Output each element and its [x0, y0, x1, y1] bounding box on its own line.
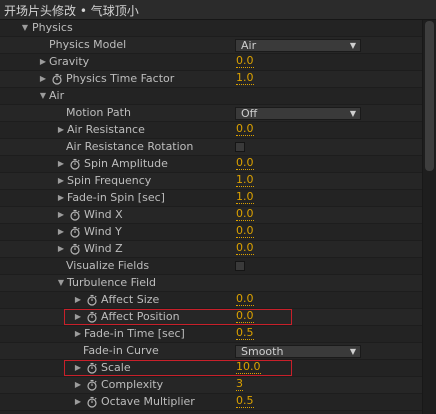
- property-row-physics-time-factor[interactable]: ▶ Physics Time Factor 1.0: [0, 71, 422, 88]
- property-label: Wind Z: [84, 242, 123, 255]
- property-label: Air Resistance Rotation: [66, 140, 194, 153]
- property-value[interactable]: 1.0: [236, 174, 254, 187]
- property-value[interactable]: 3: [236, 378, 243, 391]
- triangle-down-icon[interactable]: ▼: [56, 277, 66, 289]
- property-label: Spin Amplitude: [84, 157, 168, 170]
- stopwatch-icon[interactable]: [69, 243, 81, 255]
- property-row-turbulence-field[interactable]: ▼ Turbulence Field: [0, 275, 422, 292]
- property-label: Fade-in Curve: [83, 344, 159, 357]
- property-dropdown[interactable]: Off ▼: [235, 107, 361, 120]
- property-row-visualize-fields[interactable]: Visualize Fields: [0, 258, 422, 275]
- property-dropdown[interactable]: Air ▼: [235, 39, 361, 52]
- property-row-motion-path[interactable]: Motion Path Off ▼: [0, 105, 422, 122]
- property-label: Complexity: [101, 378, 164, 391]
- triangle-right-icon[interactable]: ▶: [73, 396, 83, 408]
- property-row-physics-model[interactable]: Physics Model Air ▼: [0, 37, 422, 54]
- panel-titlebar: 开场片头修改 • 气球顶小: [0, 0, 436, 20]
- property-row-wind-x[interactable]: ▶ Wind X 0.0: [0, 207, 422, 224]
- property-label: Wind Y: [84, 225, 122, 238]
- stopwatch-icon[interactable]: [86, 379, 98, 391]
- property-checkbox[interactable]: [235, 142, 245, 152]
- property-label: Air: [49, 89, 65, 102]
- effect-controls-list: ▼ Physics Physics Model Air ▼ ▶ Gravity 0.0 ▶ P…: [0, 20, 422, 414]
- property-row-air[interactable]: ▼ Air: [0, 88, 422, 105]
- property-value[interactable]: 1.0: [236, 72, 254, 85]
- property-label: Wind X: [84, 208, 123, 221]
- triangle-right-icon[interactable]: ▶: [38, 73, 48, 85]
- triangle-right-icon[interactable]: ▶: [38, 56, 48, 68]
- stopwatch-icon[interactable]: [86, 396, 98, 408]
- property-row-octave-multiplier[interactable]: ▶ Octave Multiplier 0.5: [0, 394, 422, 411]
- stopwatch-icon[interactable]: [69, 226, 81, 238]
- property-value[interactable]: 0.0: [236, 55, 254, 68]
- property-label: Turbulence Field: [67, 276, 156, 289]
- property-value[interactable]: 0.0: [236, 157, 254, 170]
- triangle-right-icon[interactable]: ▶: [73, 294, 83, 306]
- property-dropdown[interactable]: Smooth ▼: [235, 345, 361, 358]
- property-row-gravity[interactable]: ▶ Gravity 0.0: [0, 54, 422, 71]
- property-value[interactable]: 0.0: [236, 242, 254, 255]
- property-label: Motion Path: [66, 106, 131, 119]
- scrollbar-thumb[interactable]: [425, 21, 434, 171]
- property-label: Octave Multiplier: [101, 395, 195, 408]
- dropdown-value: Air: [241, 39, 257, 52]
- property-label: Visualize Fields: [66, 259, 150, 272]
- property-row-fade-in-time-sec[interactable]: ▶ Fade-in Time [sec] 0.5: [0, 326, 422, 343]
- property-label: Fade-in Spin [sec]: [67, 191, 165, 204]
- dropdown-arrow-icon[interactable]: ▼: [348, 41, 358, 50]
- property-label: Physics Model: [49, 38, 127, 51]
- property-row-air-resistance[interactable]: ▶ Air Resistance 0.0: [0, 122, 422, 139]
- stopwatch-icon[interactable]: [69, 209, 81, 221]
- highlight-box: [64, 360, 292, 376]
- dropdown-arrow-icon[interactable]: ▼: [348, 109, 358, 118]
- triangle-right-icon[interactable]: ▶: [73, 379, 83, 391]
- triangle-right-icon[interactable]: ▶: [73, 328, 83, 340]
- stopwatch-icon[interactable]: [69, 158, 81, 170]
- section-label: Physics: [32, 21, 73, 34]
- property-value[interactable]: 0.0: [236, 123, 254, 136]
- triangle-right-icon[interactable]: ▶: [56, 226, 66, 238]
- triangle-right-icon[interactable]: ▶: [56, 175, 66, 187]
- property-row-complexity[interactable]: ▶ Complexity 3: [0, 377, 422, 394]
- property-label: Affect Size: [101, 293, 160, 306]
- dropdown-arrow-icon[interactable]: ▼: [348, 347, 358, 356]
- property-value[interactable]: 1.0: [236, 191, 254, 204]
- property-row-air-resistance-rotation[interactable]: Air Resistance Rotation: [0, 139, 422, 156]
- triangle-right-icon[interactable]: ▶: [56, 192, 66, 204]
- vertical-scrollbar[interactable]: [422, 20, 436, 414]
- triangle-right-icon[interactable]: ▶: [56, 158, 66, 170]
- property-checkbox[interactable]: [235, 261, 245, 271]
- property-value[interactable]: 0.5: [236, 395, 254, 408]
- property-label: Fade-in Time [sec]: [84, 327, 185, 340]
- property-row-spin-amplitude[interactable]: ▶ Spin Amplitude 0.0: [0, 156, 422, 173]
- section-physics[interactable]: ▼ Physics: [0, 20, 422, 37]
- stopwatch-icon[interactable]: [51, 73, 63, 85]
- dropdown-value: Off: [241, 107, 258, 120]
- triangle-right-icon[interactable]: ▶: [56, 243, 66, 255]
- stopwatch-icon[interactable]: [86, 294, 98, 306]
- property-value[interactable]: 0.5: [236, 327, 254, 340]
- property-value[interactable]: 0.0: [236, 208, 254, 221]
- property-label: Spin Frequency: [67, 174, 152, 187]
- property-row-fade-in-spin-sec[interactable]: ▶ Fade-in Spin [sec] 1.0: [0, 190, 422, 207]
- triangle-right-icon[interactable]: ▶: [56, 124, 66, 136]
- property-row-wind-y[interactable]: ▶ Wind Y 0.0: [0, 224, 422, 241]
- dropdown-value: Smooth: [241, 345, 284, 358]
- triangle-right-icon[interactable]: ▶: [56, 209, 66, 221]
- property-value[interactable]: 0.0: [236, 225, 254, 238]
- property-row-wind-z[interactable]: ▶ Wind Z 0.0: [0, 241, 422, 258]
- property-row-spin-frequency[interactable]: ▶ Spin Frequency 1.0: [0, 173, 422, 190]
- property-row-fade-in-curve[interactable]: Fade-in Curve Smooth ▼: [0, 343, 422, 360]
- property-label: Air Resistance: [67, 123, 145, 136]
- property-value[interactable]: 0.0: [236, 293, 254, 306]
- panel-title: 开场片头修改 • 气球顶小: [4, 4, 139, 18]
- property-row-affect-size[interactable]: ▶ Affect Size 0.0: [0, 292, 422, 309]
- property-label: Gravity: [49, 55, 90, 68]
- property-label: Physics Time Factor: [66, 72, 175, 85]
- triangle-down-icon[interactable]: ▼: [38, 90, 48, 102]
- triangle-down-icon[interactable]: ▼: [20, 22, 30, 34]
- highlight-box: [64, 309, 292, 325]
